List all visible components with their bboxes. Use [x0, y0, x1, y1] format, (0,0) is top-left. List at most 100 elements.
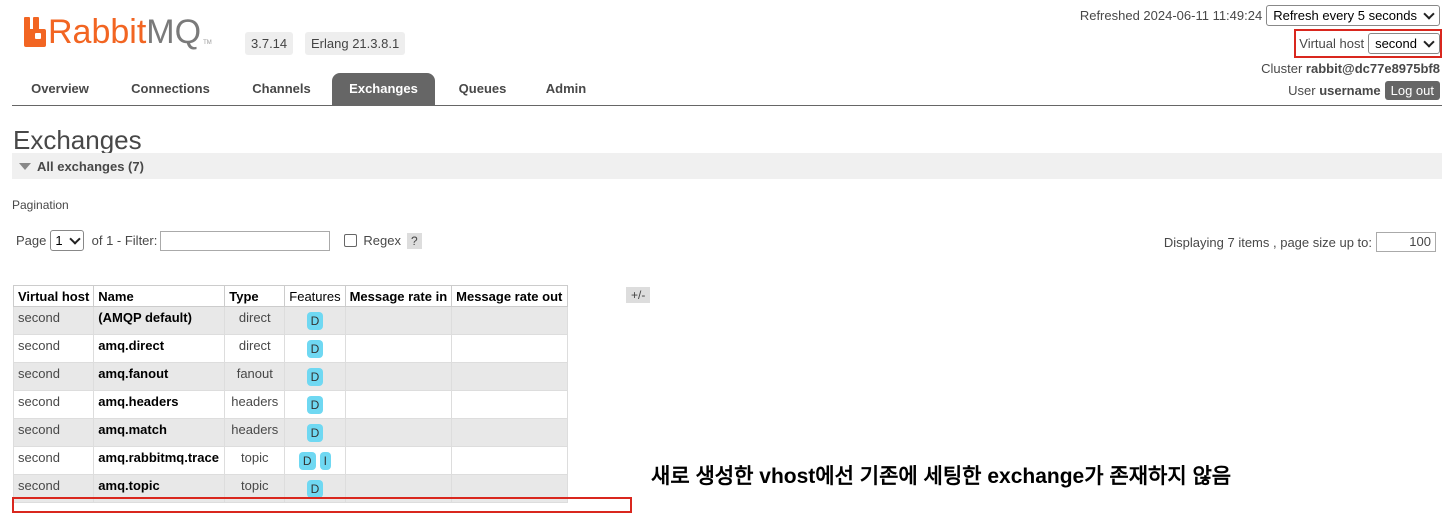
row-rate-out: [451, 362, 569, 391]
regex-label: Regex: [363, 233, 401, 248]
col-message-rate-in[interactable]: Message rate in: [344, 285, 453, 307]
row-features: D: [284, 306, 346, 335]
row-vhost: second: [12, 362, 95, 391]
feature-durable-badge: D: [298, 452, 316, 470]
table-row: second amq.rabbitmq.trace topic DI: [12, 446, 569, 475]
table-row: second amq.headers headers D: [12, 390, 569, 419]
refreshed-timestamp: Refreshed 2024-06-11 11:49:24: [1079, 8, 1263, 23]
row-name-link[interactable]: amq.fanout: [93, 362, 226, 391]
row-rate-out: [451, 446, 569, 475]
row-rate-in: [344, 334, 453, 363]
tab-channels[interactable]: Channels: [233, 73, 330, 105]
refresh-interval-select[interactable]: Refresh every 5 seconds: [1266, 5, 1440, 26]
feature-durable-badge: D: [306, 480, 324, 498]
row-rate-in: [344, 306, 453, 335]
col-virtual-host[interactable]: Virtual host: [12, 285, 95, 307]
pagination-label: Pagination: [12, 198, 69, 212]
tab-queues[interactable]: Queues: [441, 73, 524, 105]
column-toggle-button[interactable]: +/-: [626, 287, 651, 303]
filter-input[interactable]: [160, 230, 331, 251]
row-rate-out: [451, 390, 569, 419]
row-rate-in: [344, 418, 453, 447]
page-size-input[interactable]: 100: [1376, 232, 1436, 252]
col-name[interactable]: Name: [93, 285, 226, 307]
row-name-link[interactable]: amq.direct: [93, 334, 226, 363]
virtual-host-selector-highlight: Virtual host second: [1294, 29, 1442, 58]
logo-mq-text: MQ: [146, 13, 202, 51]
row-name-link[interactable]: (AMQP default): [93, 306, 226, 335]
tab-connections[interactable]: Connections: [112, 73, 229, 105]
refresh-row: Refreshed 2024-06-11 11:49:24 Refresh ev…: [1080, 5, 1440, 26]
feature-durable-badge: D: [306, 396, 324, 414]
main-nav: Overview Connections Channels Exchanges …: [12, 73, 1442, 106]
col-message-rate-out[interactable]: Message rate out: [451, 285, 569, 307]
chevron-down-icon: [1423, 36, 1435, 48]
row-name-link[interactable]: amq.match: [93, 418, 226, 447]
table-row: second amq.direct direct D: [12, 334, 569, 363]
feature-durable-badge: D: [306, 312, 324, 330]
row-rate-out: [451, 306, 569, 335]
row-features: D: [284, 390, 346, 419]
row-type: headers: [224, 390, 286, 419]
regex-help-button[interactable]: ?: [406, 232, 422, 249]
row-features: D: [284, 418, 346, 447]
logo-tm: TM: [203, 40, 212, 46]
rabbit-logo-icon: [24, 17, 46, 47]
row-rate-in: [344, 362, 453, 391]
col-features: Features: [284, 285, 346, 307]
feature-internal-badge: I: [319, 452, 331, 470]
collapse-triangle-icon: [19, 162, 31, 170]
highlight-box: [12, 497, 632, 513]
version-badge: 3.7.14: [245, 32, 294, 55]
row-features: D: [284, 334, 346, 363]
feature-durable-badge: D: [306, 368, 324, 386]
row-type: topic: [224, 446, 286, 475]
row-name-link[interactable]: amq.rabbitmq.trace: [93, 446, 226, 475]
refresh-interval-value: Refresh every 5 seconds: [1273, 8, 1417, 23]
row-type: headers: [224, 418, 286, 447]
col-type[interactable]: Type: [224, 285, 286, 307]
row-vhost: second: [12, 334, 95, 363]
row-vhost: second: [12, 306, 95, 335]
row-rate-out: [451, 334, 569, 363]
row-vhost: second: [12, 446, 95, 475]
of-filter-label: of 1 - Filter:: [91, 233, 158, 248]
row-features: D: [284, 362, 346, 391]
page-title: Exchanges: [13, 125, 142, 155]
chevron-down-icon: [68, 233, 81, 245]
all-exchanges-toggle[interactable]: All exchanges (7): [12, 153, 1442, 179]
page-label: Page: [16, 233, 47, 248]
row-features: DI: [284, 446, 346, 475]
feature-durable-badge: D: [306, 340, 324, 358]
row-name-link[interactable]: amq.headers: [93, 390, 226, 419]
rabbitmq-logo: RabbitMQ TM: [24, 14, 212, 50]
section-title: All exchanges (7): [37, 158, 144, 174]
feature-durable-badge: D: [306, 424, 324, 442]
tab-admin[interactable]: Admin: [528, 73, 604, 105]
row-rate-out: [451, 418, 569, 447]
tab-overview[interactable]: Overview: [12, 73, 108, 105]
row-vhost: second: [12, 418, 95, 447]
virtual-host-label: Virtual host: [1299, 36, 1365, 51]
annotation-text: 새로 생성한 vhost에선 기존에 세팅한 exchange가 존재하지 않음: [651, 465, 1232, 488]
tab-exchanges[interactable]: Exchanges: [332, 73, 435, 105]
virtual-host-value: second: [1375, 36, 1417, 51]
row-rate-in: [344, 390, 453, 419]
exchanges-table: Virtual host Name Type Features Message …: [12, 285, 569, 503]
page-select[interactable]: 1: [50, 230, 84, 251]
chevron-down-icon: [1423, 8, 1435, 20]
pagination-row: Page 1 of 1 - Filter: Regex ?: [16, 230, 422, 251]
regex-checkbox[interactable]: [344, 234, 358, 247]
row-type: direct: [224, 334, 286, 363]
page-size-row: Displaying 7 items , page size up to: 10…: [1164, 232, 1436, 252]
row-rate-in: [344, 446, 453, 475]
table-row: second amq.match headers D: [12, 418, 569, 447]
table-row: second (AMQP default) direct D: [12, 306, 569, 335]
logo-rabbit-text: Rabbit: [48, 13, 147, 51]
erlang-badge: Erlang 21.3.8.1: [305, 32, 406, 55]
row-vhost: second: [12, 390, 95, 419]
virtual-host-select[interactable]: second: [1368, 33, 1440, 54]
row-type: fanout: [224, 362, 286, 391]
displaying-label: Displaying 7 items , page size up to:: [1163, 234, 1372, 250]
table-row: second amq.fanout fanout D: [12, 362, 569, 391]
